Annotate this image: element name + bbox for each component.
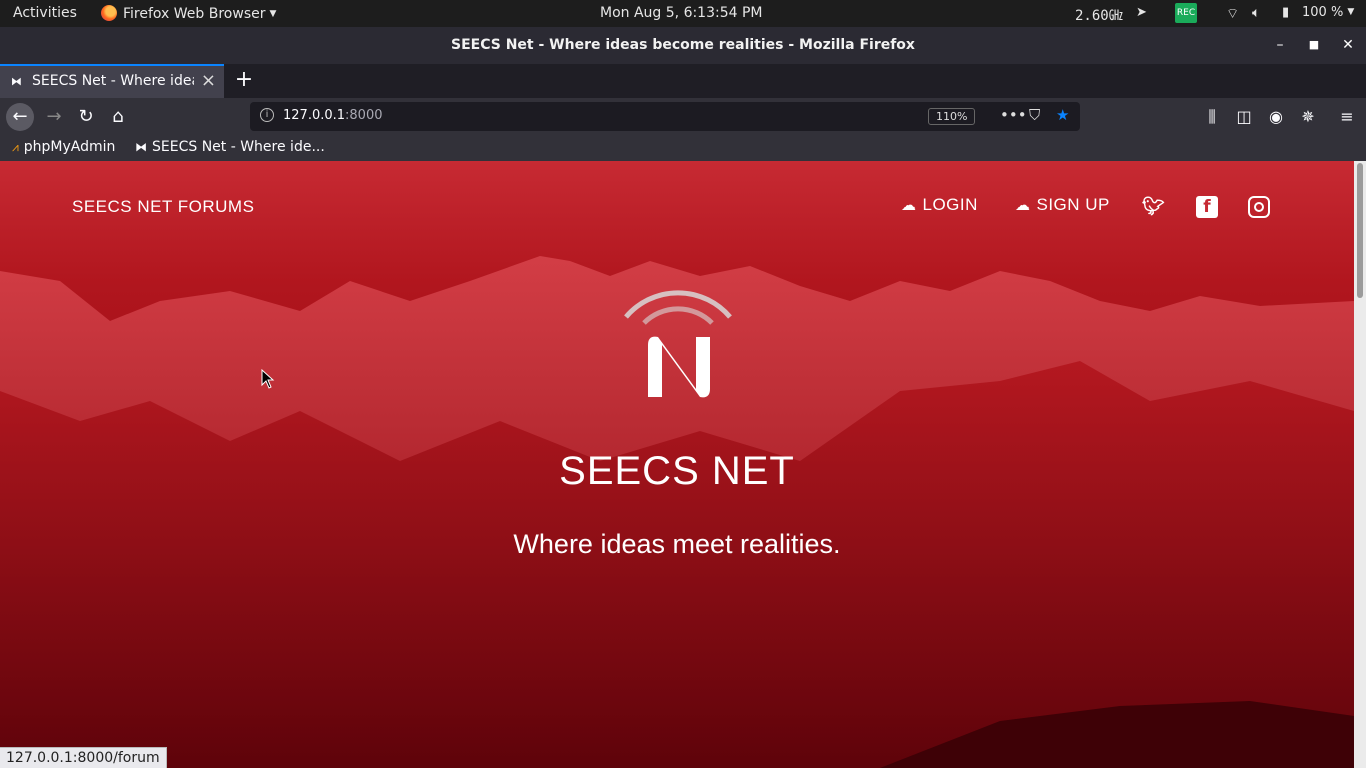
- battery-icon[interactable]: ▮: [1282, 5, 1289, 20]
- phpmyadmin-icon: ⩘: [12, 140, 19, 154]
- nav-toolbar: ← → ↻ ⌂ i 127.0.0.1:8000 110% ••• ⛉ ★ ⫼ …: [0, 98, 1366, 136]
- bookmark-phpmyadmin[interactable]: ⩘ phpMyAdmin: [12, 139, 115, 155]
- pocket-icon[interactable]: ⛉: [1029, 106, 1040, 124]
- maximize-button[interactable]: ■: [1302, 33, 1326, 57]
- dropbox-arrow-icon[interactable]: ➤: [1136, 5, 1147, 20]
- menu-icon[interactable]: ≡: [1334, 104, 1360, 130]
- bookmarks-toolbar: ⩘ phpMyAdmin ⧓ SEECS Net - Where ide...: [0, 136, 1366, 161]
- volume-icon[interactable]: 🔈︎: [1252, 5, 1260, 21]
- gnome-top-bar: Activities Firefox Web Browser ▼ Mon Aug …: [0, 0, 1366, 27]
- wifi-icon[interactable]: ⌔: [1226, 5, 1239, 23]
- app-menu[interactable]: Firefox Web Browser ▼: [101, 5, 276, 22]
- login-link[interactable]: ☁ LOGIN: [901, 195, 978, 215]
- twitter-icon[interactable]: 🐦︎: [1142, 196, 1165, 218]
- screen-recorder-icon[interactable]: REC: [1175, 3, 1197, 23]
- instagram-icon[interactable]: [1248, 196, 1270, 218]
- sidebar-icon[interactable]: ◫: [1231, 104, 1257, 130]
- extension-icon[interactable]: ✵: [1295, 104, 1321, 130]
- page-actions-icon[interactable]: •••: [1000, 106, 1027, 124]
- close-window-button[interactable]: ✕: [1336, 33, 1360, 57]
- forward-button[interactable]: →: [40, 103, 68, 131]
- hero-subtitle: Where ideas meet realities.: [513, 529, 841, 559]
- reload-button[interactable]: ↻: [72, 103, 100, 131]
- firefox-icon: [101, 5, 117, 21]
- brand-link[interactable]: SEECS NET FORUMS: [72, 197, 254, 217]
- link-status-bar: 127.0.0.1:8000/forum: [0, 747, 167, 768]
- close-tab-icon[interactable]: ×: [201, 70, 216, 91]
- chevron-down-icon: ▼: [1347, 7, 1355, 17]
- scrollbar-thumb[interactable]: [1357, 163, 1363, 298]
- signup-link[interactable]: ☁ SIGN UP: [1015, 195, 1110, 215]
- url-text[interactable]: 127.0.0.1:8000: [283, 108, 383, 123]
- back-button[interactable]: ←: [6, 103, 34, 131]
- tab-label: SEECS Net - Where ideas: [32, 73, 194, 89]
- page-scrollbar[interactable]: [1354, 161, 1366, 768]
- cloud-upload-icon: ☁: [1015, 197, 1031, 214]
- window-title: SEECS Net - Where ideas become realities…: [451, 37, 915, 53]
- bookmark-star-icon[interactable]: ★: [1056, 106, 1069, 124]
- activities-button[interactable]: Activities: [13, 5, 77, 21]
- chevron-down-icon: ▼: [269, 9, 277, 19]
- bookmark-seecs[interactable]: ⧓ SEECS Net - Where ide...: [135, 139, 325, 155]
- cpu-indicator[interactable]: 2.60㎓: [1075, 5, 1123, 25]
- zoom-reset-button[interactable]: 110%: [928, 108, 976, 125]
- cloud-upload-icon: ☁: [901, 197, 917, 214]
- seecs-favicon: ⧓: [11, 75, 22, 88]
- seecs-logo: [624, 290, 732, 398]
- new-tab-button[interactable]: +: [230, 66, 258, 94]
- home-button[interactable]: ⌂: [104, 103, 132, 131]
- seecs-favicon: ⧓: [135, 140, 147, 154]
- clock[interactable]: Mon Aug 5, 6:13:54 PM: [600, 5, 763, 21]
- account-icon[interactable]: ◉: [1263, 104, 1289, 130]
- minimize-button[interactable]: –: [1268, 33, 1292, 57]
- url-bar[interactable]: i 127.0.0.1:8000 110% ••• ⛉ ★: [250, 102, 1080, 131]
- library-icon[interactable]: ⫼: [1199, 104, 1225, 130]
- mouse-cursor: [261, 369, 275, 389]
- app-name: Firefox Web Browser: [123, 6, 266, 22]
- page-viewport: SEECS NET FORUMS ☁ LOGIN ☁ SIGN UP 🐦︎ f SE…: [0, 161, 1354, 768]
- battery-level[interactable]: 100 % ▼: [1302, 5, 1354, 20]
- site-info-icon[interactable]: i: [260, 108, 274, 122]
- hero-title: SEECS NET: [559, 449, 795, 493]
- window-titlebar: SEECS Net - Where ideas become realities…: [0, 27, 1366, 64]
- tab-strip: ⧓ SEECS Net - Where ideas × +: [0, 64, 1366, 98]
- tab-seecs[interactable]: ⧓ SEECS Net - Where ideas ×: [0, 64, 224, 98]
- facebook-icon[interactable]: f: [1196, 196, 1218, 218]
